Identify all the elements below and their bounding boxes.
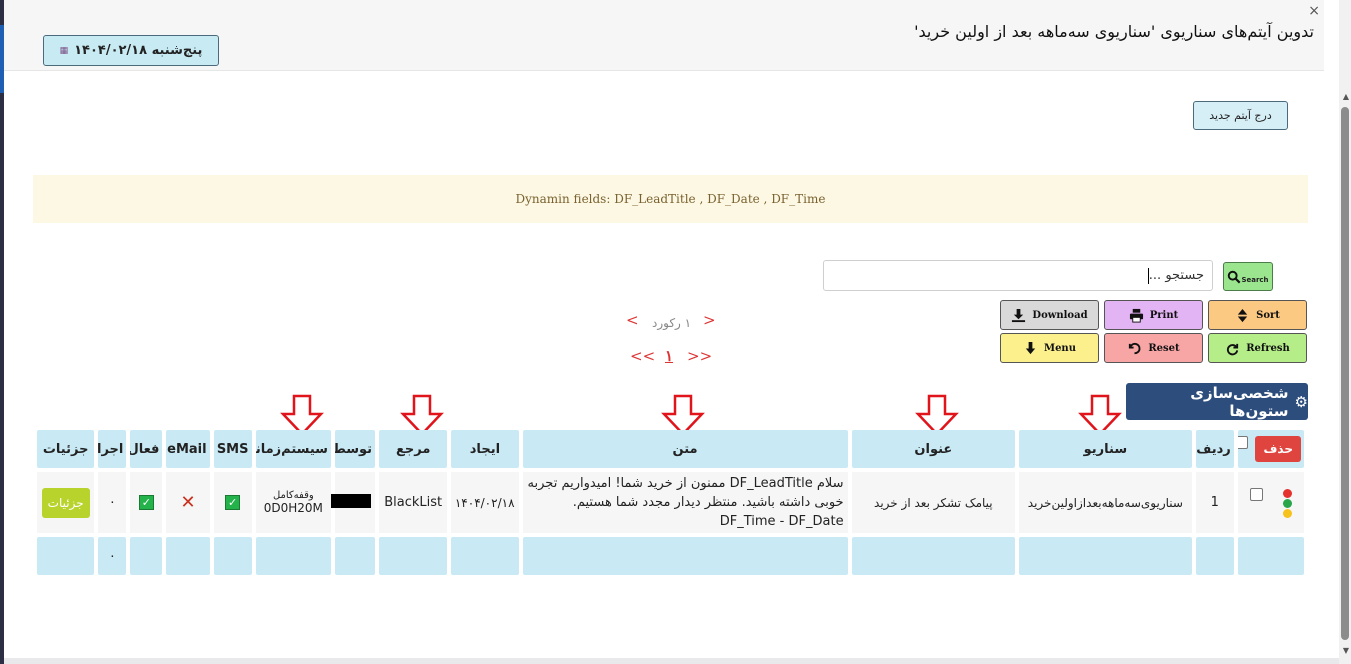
delete-button[interactable]: حذف bbox=[1255, 436, 1301, 462]
check-icon: ✓ bbox=[225, 495, 241, 510]
reset-button[interactable]: Reset bbox=[1104, 333, 1203, 363]
header-scenario[interactable]: سناریو bbox=[1019, 430, 1192, 468]
sort-button[interactable]: Sort bbox=[1208, 300, 1307, 330]
header-email[interactable]: eMail bbox=[166, 430, 210, 468]
modal-header: تدوین آیتم‌های سناریوی 'سناریوی سه‌ماهه … bbox=[4, 0, 1324, 71]
header-title[interactable]: عنوان bbox=[851, 430, 1016, 468]
row-sms: ✓ bbox=[213, 472, 252, 533]
print-icon bbox=[1129, 308, 1143, 323]
download-button[interactable]: Download bbox=[1000, 300, 1099, 330]
refresh-button[interactable]: Refresh bbox=[1208, 333, 1307, 363]
header-run[interactable]: اجرا bbox=[98, 430, 127, 468]
customize-columns-button[interactable]: ⚙ شخصی‌سازی ستون‌ها bbox=[1126, 383, 1308, 420]
scroll-thumb[interactable] bbox=[1341, 107, 1349, 640]
redacted-user bbox=[331, 493, 372, 508]
page-title: تدوین آیتم‌های سناریوی 'سناریوی سه‌ماهه … bbox=[914, 22, 1314, 41]
search-icon bbox=[1228, 270, 1241, 283]
scrollbar[interactable]: ▲ ▼ bbox=[1339, 0, 1351, 664]
footer-run-total: ۰ bbox=[98, 537, 127, 575]
row-source: BlackList bbox=[379, 472, 448, 533]
row-created: ۱۴۰۴/۰۲/۱۸ bbox=[451, 472, 519, 533]
next-page-link[interactable]: > bbox=[703, 311, 716, 329]
header-by[interactable]: توسط bbox=[334, 430, 376, 468]
header-sms[interactable]: SMS bbox=[213, 430, 252, 468]
gear-icon: ⚙ bbox=[1294, 392, 1308, 411]
header-created[interactable]: ایجاد bbox=[451, 430, 519, 468]
row-actions-cell bbox=[1237, 472, 1304, 533]
header-source[interactable]: مرجع bbox=[379, 430, 448, 468]
sort-icon bbox=[1237, 308, 1248, 322]
arrow-down-icon bbox=[1025, 341, 1036, 354]
row-details: جزئیات bbox=[37, 472, 95, 533]
details-button[interactable]: جزئیات bbox=[41, 487, 90, 518]
last-page-link[interactable]: >> bbox=[687, 347, 712, 365]
x-icon: ✕ bbox=[180, 492, 196, 513]
modal-dialog: تدوین آیتم‌های سناریوی 'سناریوی سه‌ماهه … bbox=[4, 0, 1339, 658]
row-scenario: سناریوی‌سه‌ماهه‌بعدازاولین‌خرید bbox=[1019, 472, 1192, 533]
first-page-link[interactable]: << bbox=[630, 347, 655, 365]
calendar-icon: ▦ bbox=[59, 45, 69, 56]
menu-button[interactable]: Menu bbox=[1000, 333, 1099, 363]
date-button[interactable]: ▦ پنج‌شنبه ۱۴۰۴/۰۲/۱۸ bbox=[43, 35, 219, 66]
select-all-checkbox[interactable] bbox=[1237, 436, 1248, 449]
status-traffic-icon bbox=[1282, 489, 1292, 518]
row-title: پیامک تشکر بعد از خرید bbox=[851, 472, 1016, 533]
header-delete: حذف bbox=[1237, 430, 1304, 468]
dynamic-fields-notice: Dynamin fields: DF_LeadTitle , DF_Date ,… bbox=[33, 175, 1308, 223]
record-count: ۱ رکورد bbox=[652, 316, 692, 330]
table-footer-row: ۰ bbox=[37, 537, 1304, 575]
row-number: 1 bbox=[1195, 472, 1234, 533]
row-run: ۰ bbox=[98, 472, 127, 533]
search-button[interactable]: Search bbox=[1223, 262, 1273, 291]
prev-page-link[interactable]: < bbox=[626, 311, 639, 329]
download-icon bbox=[1012, 308, 1026, 322]
row-email: ✕ bbox=[166, 472, 210, 533]
header-system-time[interactable]: سیستم‌زمانی bbox=[255, 430, 331, 468]
add-item-button[interactable]: درج آیتم جدید bbox=[1193, 101, 1288, 130]
header-active[interactable]: فعال bbox=[130, 430, 163, 468]
table-row: 1 سناریوی‌سه‌ماهه‌بعدازاولین‌خرید پیامک … bbox=[37, 472, 1304, 533]
undo-icon bbox=[1129, 342, 1141, 354]
scroll-up-icon[interactable]: ▲ bbox=[1343, 92, 1349, 101]
row-text: سلام DF_LeadTitle ممنون از خرید شما! امی… bbox=[522, 472, 848, 533]
row-checkbox[interactable] bbox=[1249, 488, 1263, 501]
search-input[interactable]: جستجو ... bbox=[823, 260, 1213, 291]
print-button[interactable]: Print bbox=[1104, 300, 1203, 330]
row-active: ✓ bbox=[130, 472, 163, 533]
header-details[interactable]: جزئیات bbox=[37, 430, 95, 468]
refresh-icon bbox=[1227, 343, 1239, 355]
close-icon[interactable]: × bbox=[1308, 3, 1320, 19]
row-system-time: وقفه‌کامل 0D0H20M bbox=[255, 472, 331, 533]
date-label: پنج‌شنبه ۱۴۰۴/۰۲/۱۸ bbox=[74, 43, 203, 58]
header-text[interactable]: متن bbox=[522, 430, 848, 468]
header-row[interactable]: ردیف bbox=[1195, 430, 1234, 468]
current-page-link[interactable]: ۱ bbox=[665, 347, 673, 365]
items-table: حذف ردیف سناریو عنوان متن ایجاد مرجع توس… bbox=[33, 426, 1308, 579]
row-by bbox=[331, 472, 376, 533]
check-icon: ✓ bbox=[138, 495, 154, 510]
scroll-down-icon[interactable]: ▼ bbox=[1343, 646, 1349, 655]
